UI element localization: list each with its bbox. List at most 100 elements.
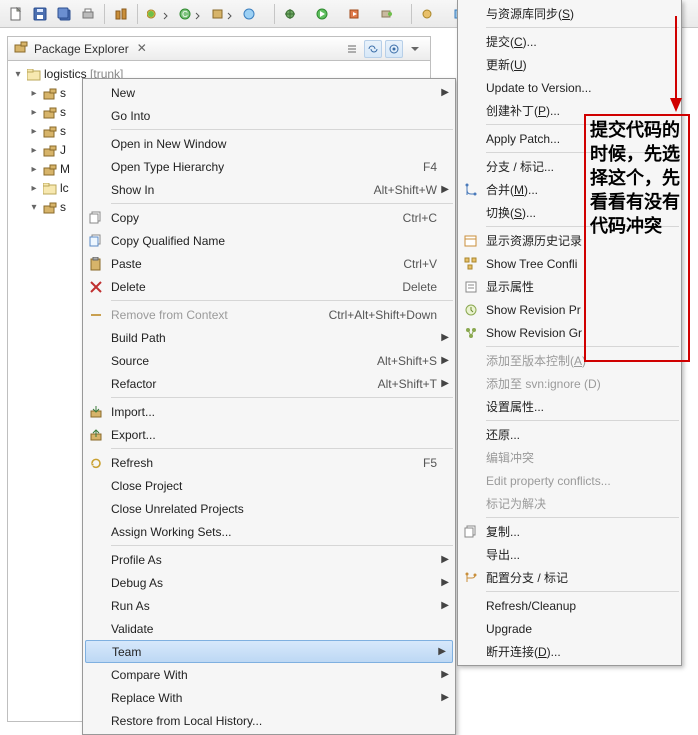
menu-item-label: 合并(M)... bbox=[486, 181, 538, 198]
menu-separator bbox=[111, 397, 453, 398]
collapse-all-icon[interactable] bbox=[343, 40, 361, 58]
menu-item[interactable]: Close Project bbox=[83, 474, 455, 497]
menu-item[interactable]: Restore from Local History... bbox=[83, 709, 455, 732]
twisty-icon[interactable]: ▸ bbox=[28, 103, 40, 122]
menu-item[interactable]: SourceAlt+Shift+S▶ bbox=[83, 349, 455, 372]
menu-item[interactable]: 配置分支 / 标记 bbox=[458, 566, 681, 589]
twisty-icon[interactable]: ▸ bbox=[28, 141, 40, 160]
twisty-icon[interactable]: ▸ bbox=[28, 122, 40, 141]
menu-item[interactable]: Import... bbox=[83, 400, 455, 423]
menu-item[interactable]: Run As▶ bbox=[83, 594, 455, 617]
menu-item-label: Show Revision Gr bbox=[486, 326, 582, 340]
menu-item[interactable]: Show InAlt+Shift+W▶ bbox=[83, 178, 455, 201]
menu-item[interactable]: CopyCtrl+C bbox=[83, 206, 455, 229]
menu-item[interactable]: Close Unrelated Projects bbox=[83, 497, 455, 520]
menu-item[interactable]: RefreshF5 bbox=[83, 451, 455, 474]
package-icon bbox=[14, 40, 28, 57]
menu-item-label: New bbox=[111, 86, 135, 100]
toolbar-bug-dd-icon[interactable] bbox=[281, 4, 309, 24]
delete-icon bbox=[88, 280, 104, 294]
copyq-icon bbox=[88, 234, 104, 248]
menu-item[interactable]: Profile As ▶ bbox=[83, 548, 455, 571]
menu-item-label: Show In bbox=[111, 183, 154, 197]
toolbar-ext-dd-icon[interactable] bbox=[345, 4, 373, 24]
menu-item-label: Close Project bbox=[111, 479, 182, 493]
submenu-arrow-icon: ▶ bbox=[441, 554, 449, 565]
view-menu-icon[interactable] bbox=[406, 40, 424, 58]
menu-item-label: 切换(S)... bbox=[486, 204, 536, 221]
menu-item[interactable]: Build Path▶ bbox=[83, 326, 455, 349]
toolbar-debug-dd-icon[interactable] bbox=[144, 4, 172, 24]
menu-item[interactable]: 还原... bbox=[458, 423, 681, 446]
menu-item[interactable]: New▶ bbox=[83, 81, 455, 104]
twisty-icon[interactable]: ▸ bbox=[28, 160, 40, 179]
submenu-arrow-icon: ▶ bbox=[441, 184, 449, 195]
menu-item-label: 编辑冲突 bbox=[486, 449, 534, 466]
menu-item[interactable]: Replace With▶ bbox=[83, 686, 455, 709]
menu-item[interactable]: Copy Qualified Name bbox=[83, 229, 455, 252]
twisty-icon[interactable]: ▸ bbox=[28, 84, 40, 103]
menu-item[interactable]: Open in New Window bbox=[83, 132, 455, 155]
menu-item[interactable]: Go Into bbox=[83, 104, 455, 127]
toolbar-saveall-icon[interactable] bbox=[54, 4, 74, 24]
twisty-icon[interactable]: ▾ bbox=[28, 198, 40, 217]
menu-item: 编辑冲突 bbox=[458, 446, 681, 469]
menu-item-label: Upgrade bbox=[486, 622, 532, 636]
view-pin-icon: ✕ bbox=[137, 41, 147, 56]
menu-item[interactable]: Update to Version... bbox=[458, 76, 681, 99]
package-node-icon bbox=[42, 164, 58, 176]
menu-item[interactable]: Debug As▶ bbox=[83, 571, 455, 594]
merge-icon bbox=[463, 183, 479, 197]
menu-item[interactable]: Assign Working Sets... bbox=[83, 520, 455, 543]
menu-item-label: Remove from Context bbox=[111, 308, 228, 322]
toolbar-newpkg-dd-icon[interactable] bbox=[208, 4, 236, 24]
menu-item[interactable]: 与资源库同步(S) bbox=[458, 2, 681, 25]
link-editor-icon[interactable] bbox=[364, 40, 382, 58]
menu-separator bbox=[111, 203, 453, 204]
menu-item-shortcut: Ctrl+C bbox=[403, 211, 437, 225]
menu-item[interactable]: 导出... bbox=[458, 543, 681, 566]
paste-icon bbox=[88, 257, 104, 271]
menu-item[interactable]: Compare With▶ bbox=[83, 663, 455, 686]
menu-item[interactable]: Open Type HierarchyF4 bbox=[83, 155, 455, 178]
menu-item[interactable]: 提交(C)... bbox=[458, 30, 681, 53]
toolbar-run-dd-icon[interactable] bbox=[313, 4, 341, 24]
toolbar-new-icon[interactable] bbox=[6, 4, 26, 24]
import-icon bbox=[88, 405, 104, 419]
menu-item[interactable]: Export... bbox=[83, 423, 455, 446]
focus-icon[interactable] bbox=[385, 40, 403, 58]
menu-item-label: Copy Qualified Name bbox=[111, 234, 225, 248]
menu-item-label: 添加至版本控制(A) bbox=[486, 352, 586, 369]
copy2-icon bbox=[463, 525, 479, 539]
toolbar-plug-dd-icon[interactable] bbox=[377, 4, 405, 24]
twisty-icon[interactable]: ▸ bbox=[28, 179, 40, 198]
history-icon bbox=[463, 234, 479, 248]
twisty-icon[interactable]: ▾ bbox=[12, 65, 24, 84]
menu-item[interactable]: PasteCtrl+V bbox=[83, 252, 455, 275]
menu-item[interactable]: RefactorAlt+Shift+T▶ bbox=[83, 372, 455, 395]
menu-item-label: Profile As bbox=[111, 553, 162, 567]
menu-item[interactable]: DeleteDelete bbox=[83, 275, 455, 298]
menu-item[interactable]: Team▶ bbox=[85, 640, 453, 663]
menu-item[interactable]: 更新(U) bbox=[458, 53, 681, 76]
submenu-arrow-icon: ▶ bbox=[441, 669, 449, 680]
toolbar-save-icon[interactable] bbox=[30, 4, 50, 24]
menu-item: Edit property conflicts... bbox=[458, 469, 681, 492]
menu-item[interactable]: 断开连接(D)... bbox=[458, 640, 681, 663]
toolbar-tool1-dd-icon[interactable] bbox=[418, 4, 446, 24]
menu-item-label: Restore from Local History... bbox=[111, 714, 262, 728]
menu-item-label: 与资源库同步(S) bbox=[486, 5, 574, 22]
package-explorer-tab[interactable]: Package Explorer ✕ bbox=[8, 37, 430, 61]
menu-item[interactable]: Validate bbox=[83, 617, 455, 640]
toolbar-newclass-dd-icon[interactable]: C bbox=[176, 4, 204, 24]
menu-item[interactable]: 设置属性... bbox=[458, 395, 681, 418]
menu-item[interactable]: Upgrade bbox=[458, 617, 681, 640]
submenu-arrow-icon: ▶ bbox=[441, 577, 449, 588]
menu-item[interactable]: Refresh/Cleanup bbox=[458, 594, 681, 617]
context-menu: New▶Go IntoOpen in New WindowOpen Type H… bbox=[82, 78, 456, 735]
toolbar-newtype-dd-icon[interactable] bbox=[240, 4, 268, 24]
menu-item-label: Build Path bbox=[111, 331, 166, 345]
toolbar-build-icon[interactable] bbox=[111, 4, 131, 24]
toolbar-print-icon[interactable] bbox=[78, 4, 98, 24]
menu-item[interactable]: 复制... bbox=[458, 520, 681, 543]
